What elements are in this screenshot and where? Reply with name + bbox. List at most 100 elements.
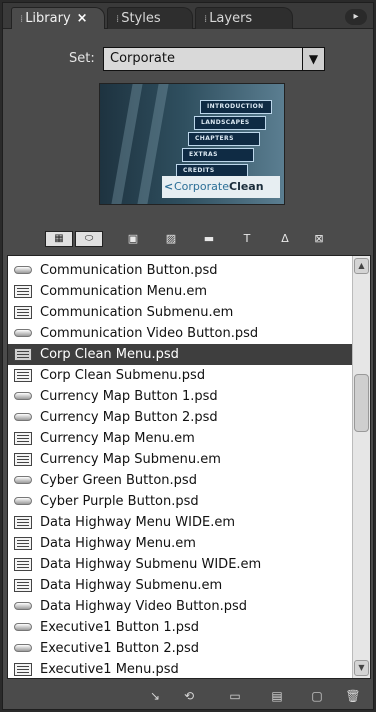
grip-icon: ⁞ — [116, 14, 120, 25]
list-item[interactable]: Communication Video Button.psd — [8, 323, 352, 344]
preview-menu-item: LANDSCAPES — [194, 116, 266, 130]
library-list-items: Communication Button.psd Communication Me… — [8, 256, 352, 678]
list-item-label: Cyber Purple Button.psd — [40, 494, 199, 509]
new-menu-icon[interactable]: ▤ — [267, 687, 287, 705]
list-item-label: Data Highway Menu.em — [40, 536, 196, 551]
button-asset-icon — [14, 623, 32, 631]
list-item-label: Cyber Green Button.psd — [40, 473, 197, 488]
list-item-label: Data Highway Video Button.psd — [40, 599, 247, 614]
scroll-up-icon[interactable]: ▲ — [354, 258, 369, 274]
buttons-icon[interactable]: ⬭ — [75, 231, 103, 247]
button-asset-icon — [14, 266, 32, 274]
preview-brand-suffix: Clean — [229, 180, 264, 193]
set-dropdown[interactable]: Corporate ▼ — [103, 47, 325, 71]
tab-bar: ⁞ Library × ⁞ Styles ⁞ Layers ▸ — [3, 3, 373, 29]
list-item[interactable]: Executive1 Button 1.psd — [8, 617, 352, 638]
preview-brand-prefix: Corporate — [174, 180, 229, 193]
list-item[interactable]: Data Highway Menu WIDE.em — [8, 512, 352, 533]
set-row: Set: Corporate ▼ — [3, 47, 373, 71]
list-item-label: Data Highway Submenu WIDE.em — [40, 557, 262, 572]
pattern-icon[interactable]: ▨ — [161, 231, 181, 247]
menu-asset-icon — [14, 369, 32, 382]
list-item[interactable]: Cyber Purple Button.psd — [8, 491, 352, 512]
tab-library[interactable]: ⁞ Library × — [11, 7, 105, 29]
panel-menu-icon[interactable]: ▸ — [345, 9, 367, 25]
preview-menu-item: CHAPTERS — [188, 132, 260, 146]
list-item[interactable]: Data Highway Submenu.em — [8, 575, 352, 596]
close-icon[interactable]: × — [77, 11, 88, 26]
folder-icon[interactable]: ▬ — [199, 231, 219, 247]
link-icon[interactable]: ↘ — [145, 687, 165, 705]
grip-icon: ⁞ — [20, 14, 24, 25]
list-item-label: Corp Clean Menu.psd — [40, 347, 179, 362]
list-item-label: Currency Map Button 1.psd — [40, 389, 218, 404]
list-item[interactable]: Currency Map Button 2.psd — [8, 407, 352, 428]
thumbnail-preview: INTRODUCTION LANDSCAPES CHAPTERS EXTRAS … — [99, 83, 285, 205]
scroll-thumb[interactable] — [354, 374, 369, 432]
list-item-label: Communication Menu.em — [40, 284, 208, 299]
list-item[interactable]: Currency Map Menu.em — [8, 428, 352, 449]
button-asset-icon — [14, 476, 32, 484]
tab-layers[interactable]: ⁞ Layers — [195, 7, 293, 29]
set-label: Set: — [69, 51, 95, 66]
image-icon[interactable]: ▣ — [123, 231, 143, 247]
list-item[interactable]: Executive1 Button 2.psd — [8, 638, 352, 659]
list-item[interactable]: Data Highway Submenu WIDE.em — [8, 554, 352, 575]
button-asset-icon — [14, 602, 32, 610]
list-item[interactable]: Communication Submenu.em — [8, 302, 352, 323]
list-item-label: Communication Video Button.psd — [40, 326, 259, 341]
list-item[interactable]: Data Highway Video Button.psd — [8, 596, 352, 617]
list-item[interactable]: Cyber Green Button.psd — [8, 470, 352, 491]
tab-styles-label: Styles — [121, 11, 161, 26]
list-item[interactable]: Corp Clean Submenu.psd — [8, 365, 352, 386]
list-item[interactable]: Executive1 Menu.psd — [8, 659, 352, 678]
text-icon[interactable]: T — [237, 231, 257, 247]
trash-icon[interactable]: 🗑 — [343, 687, 363, 705]
new-item-icon[interactable]: ▢ — [307, 687, 327, 705]
replace-icon[interactable]: ⊠ — [309, 231, 329, 247]
list-item[interactable]: Currency Map Button 1.psd — [8, 386, 352, 407]
list-item[interactable]: Data Highway Menu.em — [8, 533, 352, 554]
list-item-label: Data Highway Submenu.em — [40, 578, 223, 593]
list-item[interactable]: Communication Menu.em — [8, 281, 352, 302]
menu-asset-icon — [14, 285, 32, 298]
menu-asset-icon — [14, 453, 32, 466]
rotate-icon[interactable]: ⟲ — [179, 687, 199, 705]
chevron-down-icon[interactable]: ▼ — [302, 48, 324, 70]
brush-icon[interactable]: ᐃ — [275, 231, 295, 247]
button-asset-icon — [14, 413, 32, 421]
list-item-label: Corp Clean Submenu.psd — [40, 368, 206, 383]
list-item-label: Data Highway Menu WIDE.em — [40, 515, 236, 530]
list-item-label: Currency Map Submenu.em — [40, 452, 221, 467]
list-item[interactable]: Corp Clean Menu.psd — [8, 344, 352, 365]
button-asset-icon — [14, 644, 32, 652]
list-item[interactable]: Communication Button.psd — [8, 260, 352, 281]
list-item-label: Currency Map Button 2.psd — [40, 410, 218, 425]
list-item-label: Currency Map Menu.em — [40, 431, 195, 446]
list-item[interactable]: Currency Map Submenu.em — [8, 449, 352, 470]
menu-asset-icon — [14, 537, 32, 550]
set-dropdown-value: Corporate — [110, 51, 175, 66]
list-item-label: Executive1 Button 2.psd — [40, 641, 200, 656]
list-item-label: Executive1 Menu.psd — [40, 662, 179, 677]
preview-menu-item: INTRODUCTION — [200, 100, 272, 114]
menu-asset-icon — [14, 516, 32, 529]
menu-asset-icon — [14, 558, 32, 571]
show-all-icon[interactable]: ▦ — [45, 231, 73, 247]
chevron-left-icon: < — [164, 180, 174, 193]
library-list[interactable]: Communication Button.psd Communication Me… — [7, 255, 371, 679]
scroll-down-icon[interactable]: ▼ — [354, 660, 369, 676]
menu-asset-icon — [14, 579, 32, 592]
preview-menu-item: EXTRAS — [182, 148, 254, 162]
button-asset-icon — [14, 392, 32, 400]
menu-asset-icon — [14, 348, 32, 361]
list-item-label: Executive1 Button 1.psd — [40, 620, 200, 635]
replace-image-icon[interactable]: ▭ — [225, 687, 245, 705]
tab-library-label: Library — [25, 11, 71, 26]
tab-styles[interactable]: ⁞ Styles — [107, 7, 193, 29]
tab-layers-label: Layers — [209, 11, 253, 26]
menu-asset-icon — [14, 432, 32, 445]
button-asset-icon — [14, 497, 32, 505]
scrollbar[interactable]: ▲ ▼ — [352, 256, 370, 678]
list-item-label: Communication Submenu.em — [40, 305, 234, 320]
